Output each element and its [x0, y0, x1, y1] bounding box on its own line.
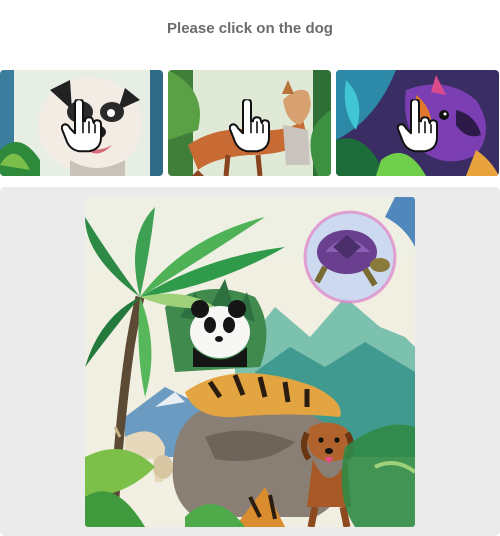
challenge-area [0, 187, 500, 536]
instruction-text: Please click on the dog [167, 20, 333, 37]
watercolor-scene[interactable] [85, 197, 415, 527]
example-image-dog-3 [336, 70, 499, 176]
captcha-widget: Please click on the dog [0, 0, 500, 536]
example-image-dog-2 [168, 70, 331, 176]
panda [190, 300, 250, 367]
turtle-bubble [303, 210, 397, 304]
pointer-hand-icon [228, 99, 270, 153]
pointer-hand-icon [60, 99, 102, 153]
example-image-dog-1 [0, 70, 163, 176]
pointer-hand-icon [396, 99, 438, 153]
example-strip [0, 70, 500, 176]
challenge-image[interactable] [85, 197, 415, 527]
